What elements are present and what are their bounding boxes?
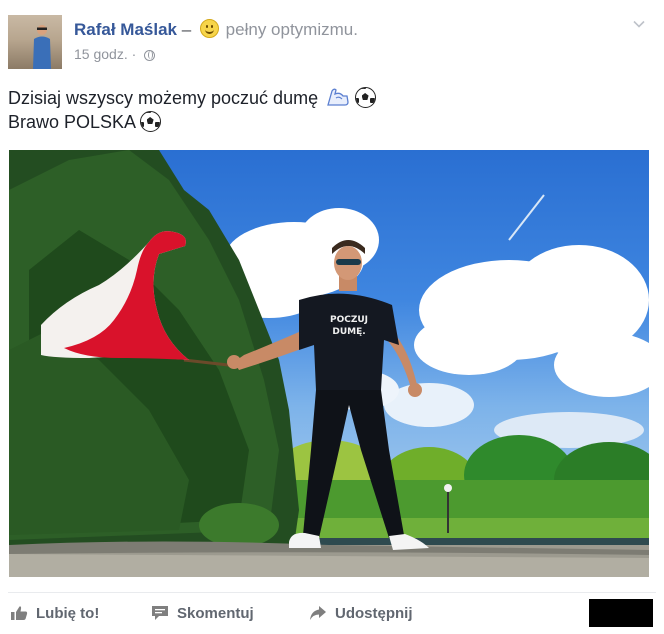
post-meta: 15 godz. · [74,46,156,62]
photo-scene: POCZUJ DUMĘ. [9,150,649,577]
comment-label: Skomentuj [177,604,254,622]
speech-bubble-icon [152,606,168,620]
globe-icon[interactable] [144,50,156,61]
author-name-link[interactable]: Rafał Maślak [74,20,177,39]
post-text: Dzisiaj wszyscy możemy poczuć dumę Brawo… [8,86,377,134]
action-bar-divider [8,592,656,593]
soccer-ball-icon [140,111,162,132]
shirt-text-line-2: DUMĘ. [332,327,365,337]
like-label: Lubię to! [36,604,100,622]
post-text-line-2-content: Brawo POLSKA [8,112,136,132]
meta-dot: · [131,46,137,62]
share-arrow-icon [310,606,326,620]
contrail [508,194,545,241]
comment-button[interactable]: Skomentuj [151,600,254,626]
author-avatar[interactable] [8,15,62,69]
gravel-path [9,554,649,577]
share-label: Udostępnij [335,604,413,622]
chevron-down-icon[interactable] [632,17,646,31]
avatar-person-figure [33,25,51,69]
bush [199,503,279,547]
lamp-globe [444,484,452,492]
shirt-text-line-1: POCZUJ [330,315,368,325]
share-button[interactable]: Udostępnij [309,600,413,626]
post-timestamp[interactable]: 15 godz. [74,46,128,62]
flexed-biceps-icon [327,88,349,106]
post-text-line-1-content: Dzisiaj wszyscy możemy poczuć dumę [8,88,319,108]
post-text-line-2: Brawo POLSKA [8,110,376,134]
facebook-post: Rafał Maślak – pełny optymizmu. 15 godz.… [0,0,664,634]
thumbs-up-icon [11,606,28,620]
lamp-post [447,488,449,533]
post-text-line-1: Dzisiaj wszyscy możemy poczuć dumę [8,86,377,110]
post-header: Rafał Maślak – pełny optymizmu. [74,19,358,40]
like-button[interactable]: Lubię to! [10,600,99,626]
post-photo[interactable]: POCZUJ DUMĘ. [9,150,649,577]
feeling-text: pełny optymizmu. [225,20,358,39]
smiling-emoji-icon [199,19,219,38]
feeling-separator: – [181,20,192,39]
soccer-ball-icon [355,87,377,108]
redacted-area [589,599,653,627]
